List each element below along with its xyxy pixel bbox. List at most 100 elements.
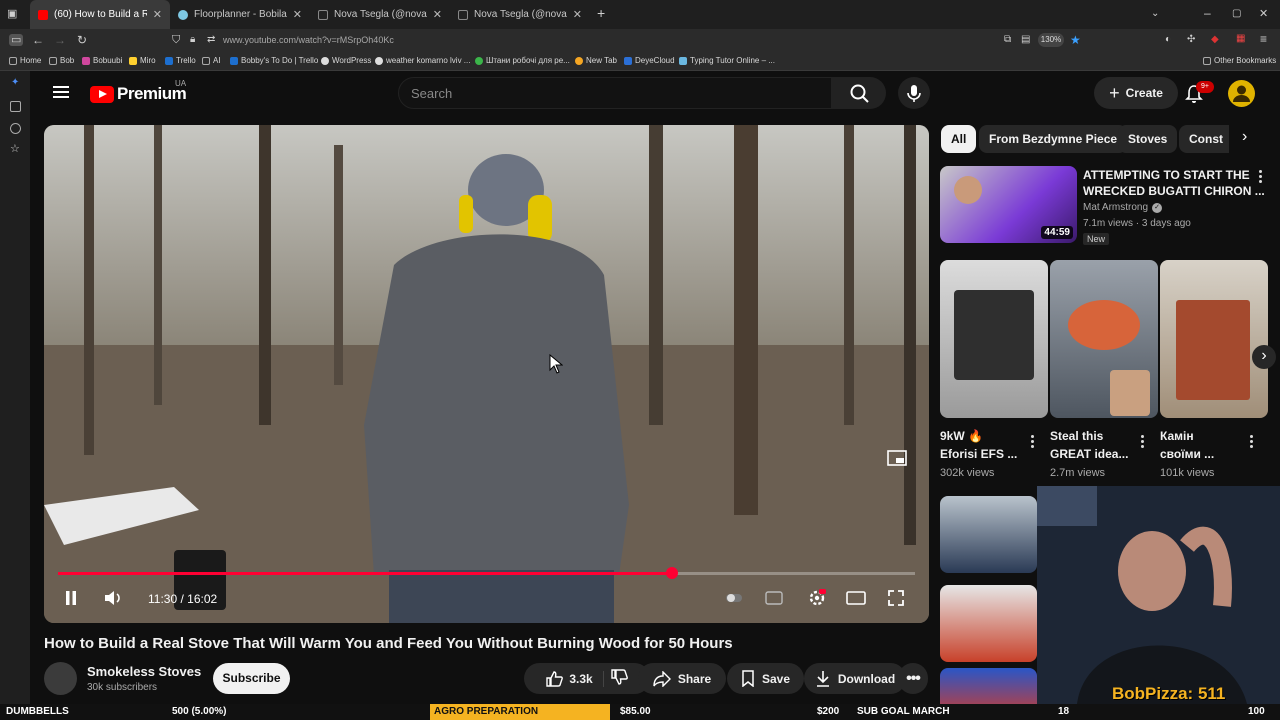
chip-stoves[interactable]: Stoves [1118, 125, 1178, 153]
voice-search-button[interactable] [898, 77, 930, 109]
shield-icon[interactable]: ⛉ [172, 34, 180, 46]
short-title-2-line2[interactable]: GREAT idea... [1050, 446, 1128, 462]
reader-view-icon[interactable]: ▤ [1021, 34, 1030, 46]
dislike-button[interactable] [610, 669, 628, 688]
recommended-channel[interactable]: Mat Armstrong [1083, 202, 1148, 213]
bookmark-weather[interactable]: weather komarno lviv ... [375, 56, 470, 65]
more-actions-button[interactable]: ••• [898, 663, 928, 694]
save-button[interactable]: Save [727, 663, 804, 694]
recommended-thumbnail[interactable]: 44:59 [940, 166, 1077, 243]
address-input[interactable]: www.youtube.com/watch?v=rMSrpOh40Kc [223, 35, 394, 45]
bookmarks-star-icon[interactable]: ☆ [10, 143, 20, 155]
chip-const[interactable]: Const [1179, 125, 1229, 153]
subscribe-button[interactable]: Subscribe [213, 663, 290, 694]
new-tab-icon[interactable]: + [597, 6, 605, 20]
zoom-level[interactable]: 130% [1038, 33, 1064, 47]
bookmark-deyecloud[interactable]: DeyeCloud [624, 56, 675, 65]
site-settings-icon[interactable]: ⇄ [207, 34, 215, 46]
bookmark-ai[interactable]: AI [202, 56, 221, 65]
create-button[interactable]: + Create [1094, 77, 1178, 109]
channel-name[interactable]: Smokeless Stoves [87, 664, 201, 679]
recommended-thumbnail-2[interactable] [940, 496, 1037, 573]
bookmark-wordpress[interactable]: WordPress [321, 56, 371, 65]
short-title-1-line2[interactable]: Eforisi EFS ... [940, 446, 1017, 462]
history-icon[interactable] [10, 123, 21, 134]
bookmark-miro[interactable]: Miro [129, 56, 156, 65]
chip-all[interactable]: All [941, 125, 977, 153]
account-avatar[interactable] [1228, 80, 1255, 107]
tab-floorplanner[interactable]: Floorplanner - Bobiland ✕ [170, 0, 310, 29]
tab-list-chevron-icon[interactable]: ⌄ [1151, 8, 1159, 20]
youtube-logo[interactable]: Premium [90, 84, 187, 104]
progress-bar[interactable] [58, 567, 915, 579]
close-window-icon[interactable]: ✕ [1259, 8, 1268, 20]
hamburger-menu-icon[interactable] [53, 86, 69, 98]
miniplayer-icon[interactable] [887, 448, 907, 468]
tab-actions-icon[interactable]: ▣ [7, 8, 17, 20]
recommended-title-line1[interactable]: ATTEMPTING TO START THE [1083, 167, 1250, 183]
short-more-icon[interactable] [1031, 435, 1035, 450]
bookmark-bob[interactable]: Bob [49, 56, 74, 65]
volume-button[interactable] [100, 583, 126, 613]
ai-sparkle-icon[interactable]: ✦ [11, 77, 19, 89]
bookmark-bobby-todo[interactable]: Bobby's To Do | Trello [230, 56, 318, 65]
ticker-item: $85.00 [620, 706, 651, 717]
maximize-icon[interactable]: ▢ [1232, 8, 1241, 20]
bookmark-other[interactable]: Other Bookmarks [1203, 56, 1276, 65]
bookmark-pants[interactable]: Штани робочі для ре... [475, 56, 570, 65]
forward-icon[interactable]: → [54, 34, 66, 46]
search-input[interactable]: Search [398, 77, 832, 109]
menu-icon[interactable]: ≡ [1260, 33, 1267, 45]
subtitles-button[interactable] [762, 583, 786, 613]
bookmark-bobuubi[interactable]: Bobuubi [82, 56, 122, 65]
close-tab-icon[interactable]: ✕ [573, 8, 582, 21]
short-more-icon[interactable] [1250, 435, 1254, 450]
fullscreen-button[interactable] [884, 583, 908, 613]
bookmark-home[interactable]: Home [9, 56, 41, 65]
extension-grid-icon[interactable]: ▦ [1236, 33, 1245, 45]
pause-button[interactable] [58, 583, 84, 613]
tab-tiktok-1[interactable]: Nova Tsegla (@novatsegla) | Ti ✕ [310, 0, 450, 29]
chips-next-chevron-icon[interactable]: › [1242, 129, 1247, 145]
reload-icon[interactable]: ↻ [77, 34, 87, 46]
extension-icon[interactable]: ◐ [1165, 34, 1171, 46]
close-tab-icon[interactable]: ✕ [433, 8, 442, 21]
recommended-title-line2[interactable]: WRECKED BUGATTI CHIRON ... [1083, 183, 1265, 199]
close-tab-icon[interactable]: ✕ [153, 8, 162, 21]
short-title-3[interactable]: Камін [1160, 428, 1194, 444]
short-title-3-line2[interactable]: своїми ... [1160, 446, 1214, 462]
bookmark-star-icon[interactable]: ★ [1070, 34, 1081, 46]
autoplay-toggle[interactable] [722, 583, 746, 613]
tab-youtube[interactable]: (60) How to Build a Real St ✕ [30, 0, 170, 29]
back-icon[interactable]: ← [32, 34, 44, 46]
short-thumbnail-1[interactable] [940, 260, 1048, 418]
share-button[interactable]: Share [638, 663, 726, 694]
chip-from-bezdymne-piece[interactable]: From Bezdymne Piece [979, 125, 1128, 153]
short-title-2[interactable]: Steal this [1050, 428, 1103, 444]
close-tab-icon[interactable]: ✕ [293, 8, 302, 21]
theater-mode-button[interactable] [844, 583, 868, 613]
recommended-thumbnail-3[interactable] [940, 585, 1037, 662]
download-button[interactable]: Download [804, 663, 906, 694]
short-title-1[interactable]: 9kW 🔥 [940, 428, 983, 444]
bookmark-new-tab[interactable]: New Tab [575, 56, 617, 65]
settings-button[interactable] [805, 583, 829, 613]
short-more-icon[interactable] [1141, 435, 1145, 450]
search-button[interactable] [832, 77, 886, 109]
channel-avatar[interactable] [44, 662, 77, 695]
extensions-puzzle-icon[interactable]: ✣ [1187, 34, 1195, 46]
bookmark-trello[interactable]: Trello [165, 56, 196, 65]
like-button[interactable]: 3.3k [546, 670, 604, 687]
bookmark-typing-tutor[interactable]: Typing Tutor Online – ... [679, 56, 775, 65]
video-player[interactable]: 11:30 / 16:02 [44, 125, 929, 623]
reading-list-icon[interactable] [10, 101, 21, 112]
screenshot-icon[interactable]: ⧉ [1004, 34, 1011, 46]
short-thumbnail-2[interactable] [1050, 260, 1158, 418]
tab-tiktok-2[interactable]: Nova Tsegla (@novatsegla) | Ti ✕ [450, 0, 590, 29]
extension-red-icon[interactable]: ◆ [1211, 34, 1219, 46]
recommended-more-icon[interactable] [1259, 170, 1263, 185]
shorts-next-button[interactable]: › [1252, 345, 1276, 369]
minimize-icon[interactable]: – [1204, 7, 1211, 19]
sidebar-toggle-icon[interactable]: ▭ [9, 34, 24, 46]
short-thumbnail-3[interactable] [1160, 260, 1268, 418]
